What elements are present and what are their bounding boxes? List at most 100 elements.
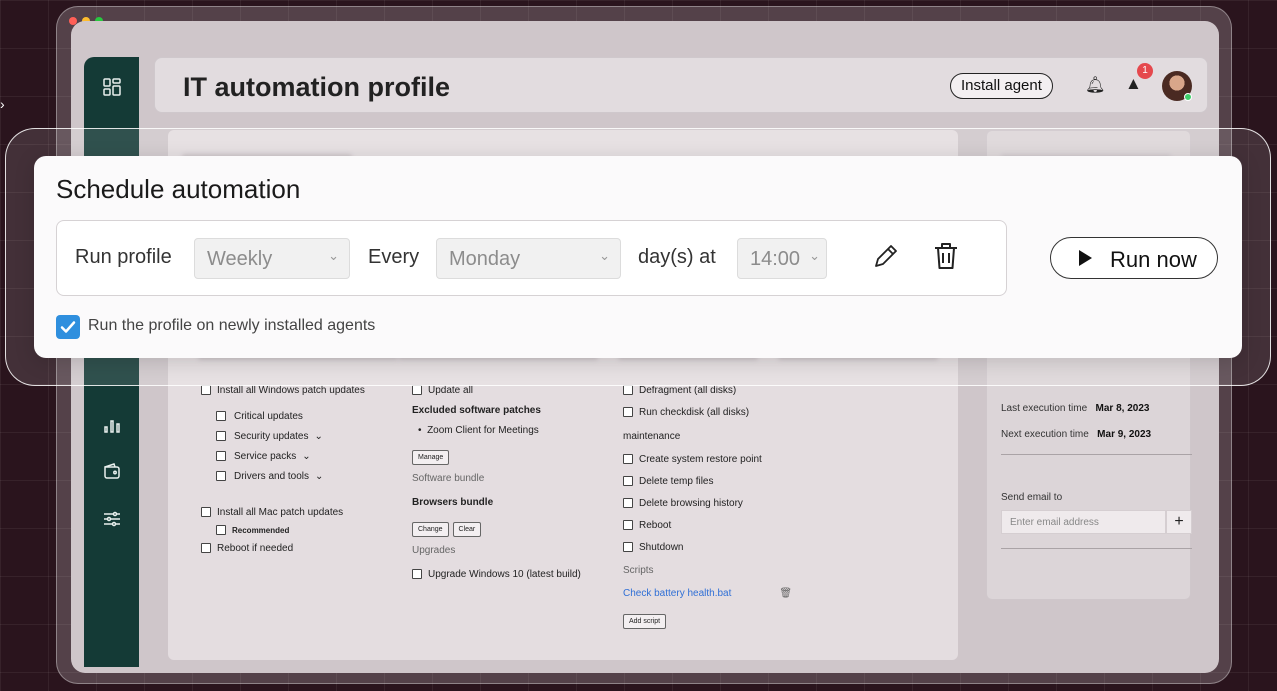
next-execution-value: Mar 9, 2023	[1097, 429, 1152, 440]
change-button[interactable]: Change	[412, 521, 449, 537]
checkbox[interactable]	[201, 507, 211, 517]
add-script-row: Add script	[623, 610, 792, 632]
every-label: Every	[368, 246, 420, 268]
chart-icon[interactable]	[84, 415, 139, 440]
scripts-label: Scripts	[623, 564, 654, 576]
drivers-tools-row[interactable]: Drivers and tools ⌄	[201, 466, 365, 486]
top-header: IT automation profile Install agent 🔔︎ ▲…	[154, 57, 1208, 113]
defrag-label: Defragment (all disks)	[639, 384, 737, 396]
checkbox[interactable]	[201, 543, 211, 553]
pencil-icon[interactable]	[871, 241, 901, 276]
checkbox[interactable]	[216, 451, 226, 461]
checkbox[interactable]	[216, 525, 226, 535]
checkbox[interactable]	[216, 431, 226, 441]
alert-badge: 1	[1137, 63, 1153, 79]
avatar-status	[1184, 93, 1192, 101]
run-new-agents-label: Run the profile on newly installed agent…	[88, 317, 376, 334]
checkbox[interactable]	[412, 569, 422, 579]
upgrade-windows-row[interactable]: Upgrade Windows 10 (latest build)	[412, 564, 581, 584]
install-agent-button[interactable]: Install agent	[950, 73, 1053, 99]
update-all-label: Update all	[428, 384, 474, 396]
check-icon	[60, 321, 76, 333]
chevron-down-icon[interactable]: ⌄	[315, 431, 323, 442]
checkbox[interactable]	[412, 385, 422, 395]
day-select[interactable]: Monday ⌄	[436, 238, 621, 279]
email-input[interactable]: Enter email address	[1001, 510, 1166, 534]
checkbox[interactable]	[623, 520, 633, 530]
checkbox[interactable]	[623, 407, 633, 417]
software-column: Update all Excluded software patches • Z…	[412, 380, 581, 584]
frequency-value: Weekly	[207, 248, 273, 270]
windows-updates-label: Install all Windows patch updates	[217, 384, 365, 396]
software-bundle-label: Software bundle	[412, 472, 485, 484]
divider	[1001, 454, 1192, 455]
manage-button[interactable]: Manage	[412, 449, 450, 465]
schedule-title: Schedule automation	[56, 174, 301, 204]
browsing-history-label: Delete browsing history	[639, 497, 743, 509]
run-profile-label: Run profile	[75, 246, 172, 268]
checkbox[interactable]	[216, 411, 226, 421]
trash-icon[interactable]	[933, 241, 959, 276]
maintenance-title: maintenance	[623, 430, 681, 442]
shutdown-row[interactable]: Shutdown	[623, 536, 792, 558]
checkdisk-row[interactable]: Run checkdisk (all disks)	[623, 402, 792, 422]
grid-icon[interactable]	[84, 77, 139, 102]
excluded-title: Excluded software patches	[412, 404, 541, 416]
temp-files-row[interactable]: Delete temp files	[623, 470, 792, 492]
run-now-button[interactable]: Run now	[1050, 237, 1218, 279]
next-execution: Next execution time Mar 9, 2023	[1001, 429, 1151, 440]
service-packs-row[interactable]: Service packs ⌄	[201, 446, 365, 466]
upgrades-label: Upgrades	[412, 544, 456, 556]
drivers-tools-label: Drivers and tools	[234, 470, 310, 482]
excluded-item-label: Zoom Client for Meetings	[427, 424, 539, 436]
chevron-down-icon[interactable]: ⌄	[302, 451, 310, 462]
checkbox[interactable]	[623, 385, 633, 395]
critical-updates-row[interactable]: Critical updates	[201, 406, 365, 426]
service-packs-label: Service packs	[234, 450, 297, 462]
next-execution-label: Next execution time	[1001, 429, 1089, 440]
reboot-row[interactable]: Reboot	[623, 514, 792, 536]
shutdown-label: Shutdown	[639, 541, 684, 553]
checkbox[interactable]	[201, 385, 211, 395]
checkbox[interactable]	[216, 471, 226, 481]
sliders-icon[interactable]	[84, 509, 139, 534]
chevron-down-icon[interactable]: ⌄	[315, 471, 323, 482]
recommended-row[interactable]: Recommended	[201, 522, 365, 538]
critical-updates-label: Critical updates	[234, 410, 303, 422]
mac-updates-label: Install all Mac patch updates	[217, 506, 344, 518]
browsing-history-row[interactable]: Delete browsing history	[623, 492, 792, 514]
play-icon	[1079, 250, 1092, 266]
checkbox[interactable]	[623, 498, 633, 508]
bell-icon[interactable]: 🔔︎	[1085, 75, 1105, 95]
days-at-label: day(s) at	[638, 246, 716, 268]
time-value: 14:00	[750, 248, 801, 270]
trash-icon[interactable]: 🗑︎	[779, 588, 792, 599]
time-select[interactable]: 14:00 ⌄	[737, 238, 827, 279]
script-link[interactable]: Check battery health.bat	[623, 588, 731, 599]
frequency-select[interactable]: Weekly ⌄	[194, 238, 350, 279]
checkdisk-label: Run checkdisk (all disks)	[639, 406, 750, 418]
security-updates-label: Security updates	[234, 430, 309, 442]
chevron-down-icon: ⌄	[809, 248, 820, 263]
mac-updates-row[interactable]: Install all Mac patch updates	[201, 502, 365, 522]
clear-button[interactable]: Clear	[452, 521, 482, 537]
security-updates-row[interactable]: Security updates ⌄	[201, 426, 365, 446]
run-new-agents-checkbox[interactable]	[56, 315, 80, 339]
wallet-icon[interactable]	[84, 461, 139, 486]
restore-point-row[interactable]: Create system restore point	[623, 448, 792, 470]
checkbox[interactable]	[623, 454, 633, 464]
reboot-if-needed-row[interactable]: Reboot if needed	[201, 538, 365, 558]
last-execution: Last execution time Mar 8, 2023	[1001, 403, 1149, 414]
add-email-button[interactable]: +	[1166, 510, 1192, 534]
recommended-label: Recommended	[232, 525, 290, 535]
add-script-button[interactable]: Add script	[623, 613, 667, 629]
divider	[1001, 548, 1192, 549]
checkbox[interactable]	[623, 542, 633, 552]
chevron-down-icon: ⌄	[599, 248, 610, 263]
checkbox[interactable]	[623, 476, 633, 486]
reboot-label: Reboot	[639, 519, 672, 531]
reboot-if-needed-label: Reboot if needed	[217, 542, 294, 554]
restore-point-label: Create system restore point	[639, 453, 762, 465]
excluded-item: • Zoom Client for Meetings	[418, 424, 539, 436]
upgrade-windows-label: Upgrade Windows 10 (latest build)	[428, 568, 581, 580]
